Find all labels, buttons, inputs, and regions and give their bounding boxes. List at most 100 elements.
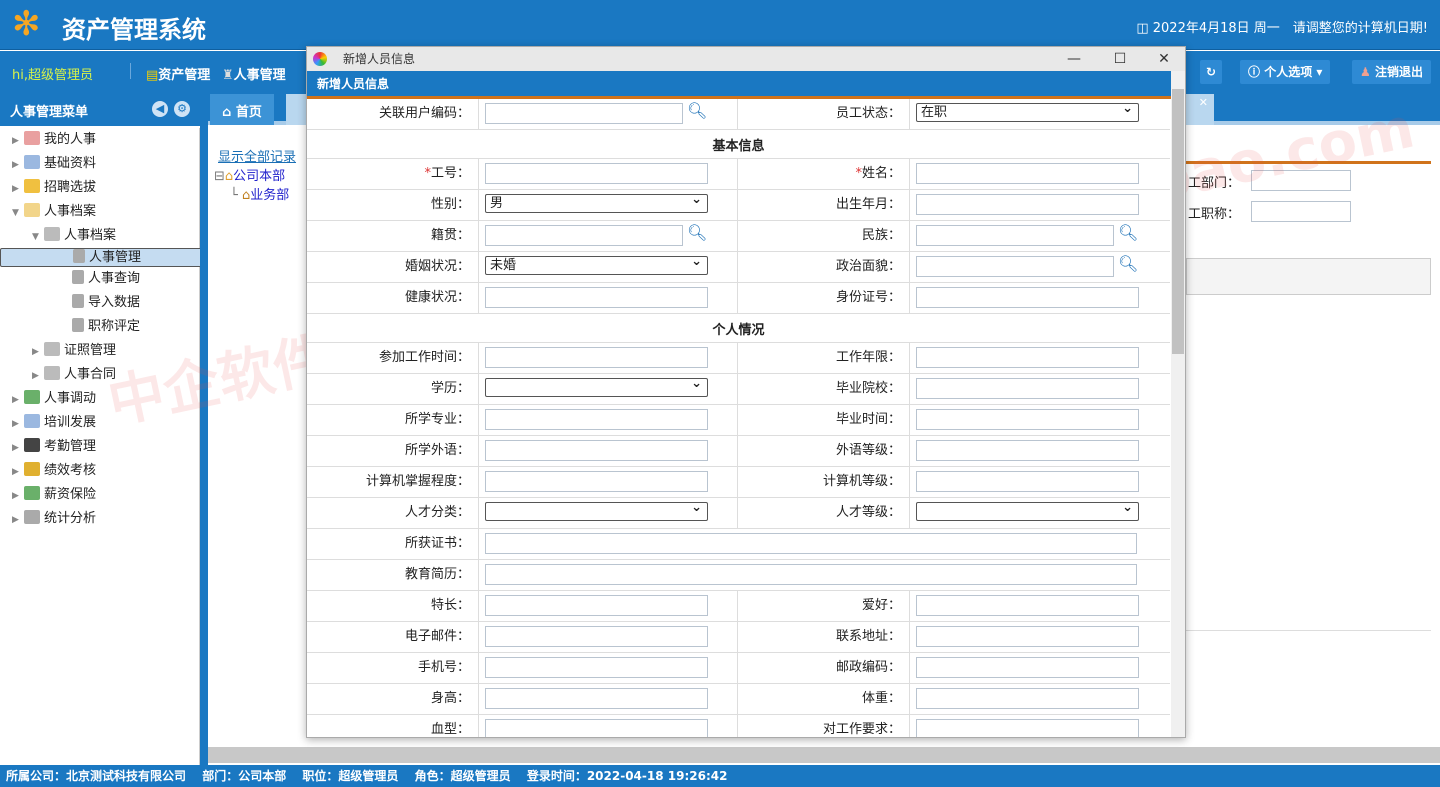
text-input[interactable] [485,471,708,492]
expand-arrow-icon[interactable]: ▶ [32,340,44,364]
sidebar-item[interactable]: ▶ 薪资保险 [0,483,199,507]
search-icon[interactable]: 🔍︎ [1118,254,1138,273]
personal-options-button[interactable]: ⓘ 个人选项 ▾ [1240,60,1331,84]
search-icon[interactable]: 🔍︎ [1118,223,1138,242]
logout-button[interactable]: ♟ 注销退出 [1352,60,1431,84]
sidebar-item[interactable]: ▶ 统计分析 [0,507,199,531]
text-input[interactable] [916,347,1139,368]
search-icon[interactable]: 🔍︎ [687,101,707,120]
show-all-link[interactable]: 显示全部记录 [218,146,296,165]
text-input[interactable] [916,595,1139,616]
select-field[interactable]: 在职 [916,100,1139,122]
text-input[interactable] [485,409,708,430]
close-tab-icon[interactable]: ✕ [1199,96,1208,109]
expand-arrow-icon[interactable]: ▶ [12,436,24,460]
people-icon: ♜ [222,68,234,83]
expand-arrow-icon[interactable]: ▶ [12,177,24,201]
text-input[interactable] [916,657,1139,678]
sidebar-item[interactable]: ▶ 招聘选拔 [0,176,199,200]
text-input[interactable] [485,533,1137,554]
text-input[interactable] [916,163,1139,184]
expand-arrow-icon[interactable]: ▶ [12,153,24,177]
house-icon: ⌂ [241,188,251,203]
label-text: 特长： [430,598,470,613]
expand-arrow-icon[interactable]: ▶ [12,129,24,153]
nav-hr-management[interactable]: ♜人事管理 [222,64,286,83]
select-field[interactable]: 未婚 [485,253,708,275]
refresh-button[interactable]: ↻ [1200,60,1222,84]
org-root[interactable]: ⊟⌂公司本部 [214,165,285,184]
sidebar-item[interactable]: ▶ 人事合同 [0,363,199,387]
select-field[interactable] [485,499,708,521]
title-input[interactable] [1251,201,1351,222]
scrollbar-thumb[interactable] [1172,89,1184,354]
select-field[interactable] [485,375,708,397]
text-input[interactable] [916,719,1139,737]
sidebar-item[interactable]: 人事查询 [0,267,199,291]
text-input[interactable] [485,657,708,678]
select-field[interactable]: 男 [485,191,708,213]
horizontal-scrollbar[interactable] [208,747,1440,763]
sidebar-item[interactable]: ▶ 我的人事 [0,128,199,152]
text-input[interactable] [485,163,708,184]
close-button[interactable]: ✕ [1141,47,1185,71]
select-field[interactable] [916,499,1139,521]
text-input[interactable] [485,287,708,308]
sidebar-item[interactable]: ▼ 人事档案 [0,200,199,224]
sidebar-item[interactable]: ▶ 证照管理 [0,339,199,363]
minimize-button[interactable]: — [1051,47,1097,71]
text-input[interactable] [916,194,1139,215]
text-input[interactable] [916,440,1139,461]
dept-input[interactable] [1251,170,1351,191]
org-child[interactable]: └ ⌂业务部 [230,184,289,203]
text-input[interactable] [485,626,708,647]
gear-icon[interactable]: ⚙ [174,101,190,117]
expand-arrow-icon[interactable]: ▶ [32,364,44,388]
expand-arrow-icon[interactable]: ▶ [12,508,24,532]
text-input[interactable] [916,256,1114,277]
text-input[interactable] [485,595,708,616]
sidebar-item[interactable]: 职称评定 [0,315,199,339]
sidebar-item[interactable]: ▶ 绩效考核 [0,459,199,483]
text-input[interactable] [916,287,1139,308]
expand-arrow-icon[interactable]: ▶ [12,388,24,412]
vertical-scrollbar[interactable] [1171,71,1185,737]
text-input[interactable] [485,719,708,737]
nav-asset-management[interactable]: ▤资产管理 [146,64,210,83]
expand-arrow-icon[interactable]: ▶ [12,460,24,484]
expand-arrow-icon[interactable]: ▶ [12,412,24,436]
text-input[interactable] [916,409,1139,430]
field-cell [479,653,738,683]
text-input[interactable] [916,688,1139,709]
text-input[interactable] [916,471,1139,492]
form-row: 所学外语： 外语等级： [307,436,1170,467]
collapse-icon[interactable]: ◀ [152,101,168,117]
text-input[interactable] [485,225,683,246]
sidebar-item[interactable]: ▶ 培训发展 [0,411,199,435]
divider [1186,630,1431,631]
sidebar-item[interactable]: ▶ 基础资料 [0,152,199,176]
label-text: 工号： [430,166,470,181]
search-icon[interactable]: 🔍︎ [687,223,707,242]
expand-arrow-icon[interactable]: ▶ [12,484,24,508]
sidebar-item[interactable]: ▼ 人事档案 [0,224,199,248]
expand-arrow-icon[interactable]: ▼ [32,225,44,249]
text-input[interactable] [916,378,1139,399]
expand-arrow-icon[interactable]: ▼ [12,201,24,225]
text-input[interactable] [485,440,708,461]
sidebar-item[interactable]: ▶ 考勤管理 [0,435,199,459]
maximize-button[interactable]: ☐ [1097,47,1143,71]
splitter-handle[interactable] [200,92,208,765]
text-input[interactable] [916,626,1139,647]
text-input[interactable] [485,103,683,124]
text-input[interactable] [485,688,708,709]
text-input[interactable] [485,564,1137,585]
text-input[interactable] [485,347,708,368]
label-text: 毕业院校： [835,381,901,396]
text-input[interactable] [916,225,1114,246]
sidebar-item[interactable]: 导入数据 [0,291,199,315]
sidebar-item[interactable]: ▶ 人事调动 [0,387,199,411]
tab-home[interactable]: ⌂ 首页 [210,94,274,125]
sidebar-item[interactable]: 人事管理 [0,245,223,267]
info-icon: ⓘ [1248,65,1265,79]
